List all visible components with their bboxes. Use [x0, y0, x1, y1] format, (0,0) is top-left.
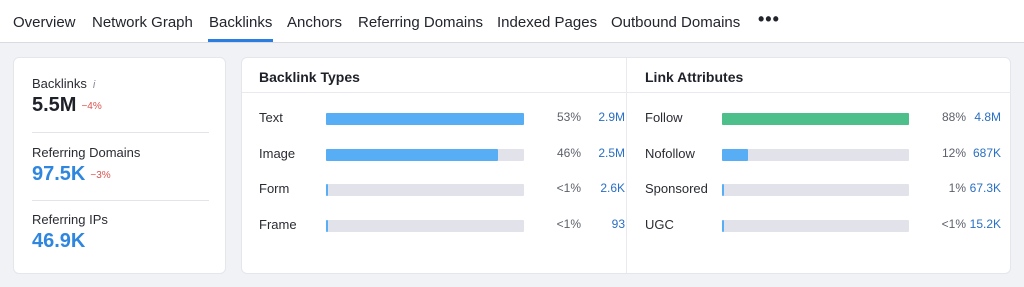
link-attribute-label: Nofollow	[645, 146, 695, 161]
more-tabs-icon[interactable]: •••	[758, 9, 780, 30]
backlink-type-label: Form	[259, 181, 290, 196]
tab-bar: Overview Network Graph Backlinks Anchors…	[0, 0, 1024, 43]
backlink-type-row-frame: Frame <1% 93	[259, 217, 625, 233]
link-attribute-label: UGC	[645, 217, 674, 232]
summary-card: Backlinks i 5.5M −4% Referring Domains 97.…	[13, 57, 226, 274]
backlink-type-label: Text	[259, 110, 283, 125]
link-attribute-bar-track	[722, 113, 909, 125]
tab-backlinks[interactable]: Backlinks	[209, 14, 272, 31]
backlink-type-count-link[interactable]: 2.9M	[580, 110, 625, 124]
backlink-type-bar-fill	[326, 149, 498, 161]
backlink-type-label: Frame	[259, 217, 297, 232]
info-icon[interactable]: i	[93, 79, 95, 91]
backlink-type-bar-track	[326, 113, 524, 125]
tab-network-graph[interactable]: Network Graph	[92, 14, 193, 31]
link-attributes-title: Link Attributes	[645, 69, 744, 85]
tab-outbound-domains[interactable]: Outbound Domains	[611, 14, 740, 31]
link-attribute-bar-track	[722, 149, 909, 161]
backlink-type-percent: <1%	[556, 181, 581, 195]
metric-backlinks: Backlinks i 5.5M −4%	[32, 76, 102, 117]
backlink-type-count-link[interactable]: 2.6K	[580, 181, 625, 195]
metric-referring-domains-delta: −3%	[90, 170, 111, 181]
section-separator	[626, 58, 627, 273]
backlink-type-bar-track	[326, 149, 524, 161]
backlink-type-bar-track	[326, 184, 524, 196]
backlink-type-percent: 46%	[556, 146, 581, 160]
link-attribute-row-follow: Follow 88% 4.8M	[645, 110, 1005, 126]
metric-backlinks-value[interactable]: 5.5M	[32, 94, 76, 116]
link-attribute-bar-track	[722, 184, 909, 196]
tab-referring-domains[interactable]: Referring Domains	[358, 14, 483, 31]
link-attribute-count-link[interactable]: 15.2K	[956, 217, 1001, 231]
link-attribute-bar-fill	[722, 220, 724, 232]
link-attribute-row-nofollow: Nofollow 12% 687K	[645, 146, 1005, 162]
backlink-type-row-text: Text 53% 2.9M	[259, 110, 625, 126]
backlink-types-title: Backlink Types	[259, 69, 360, 85]
link-attribute-count-link[interactable]: 67.3K	[956, 181, 1001, 195]
backlink-type-row-form: Form <1% 2.6K	[259, 181, 625, 197]
backlink-type-row-image: Image 46% 2.5M	[259, 146, 625, 162]
metric-referring-domains-label: Referring Domains	[32, 145, 141, 160]
divider	[32, 200, 209, 201]
divider	[242, 92, 626, 93]
link-attribute-count-link[interactable]: 687K	[956, 146, 1001, 160]
backlink-type-bar-track	[326, 220, 524, 232]
link-attribute-count-link[interactable]: 4.8M	[956, 110, 1001, 124]
backlink-type-label: Image	[259, 146, 296, 161]
link-breakdown-card: Backlink Types Link Attributes Text 53% 2.…	[241, 57, 1011, 274]
link-attribute-bar-track	[722, 220, 909, 232]
metric-referring-domains: Referring Domains 97.5K −3%	[32, 145, 140, 186]
backlink-type-bar-fill	[326, 113, 524, 125]
backlink-type-percent: <1%	[556, 217, 581, 231]
metric-backlinks-delta: −4%	[81, 101, 102, 112]
backlink-type-count-link[interactable]: 2.5M	[580, 146, 625, 160]
metric-referring-ips: Referring IPs 46.9K	[32, 212, 108, 253]
link-attribute-label: Sponsored	[645, 181, 708, 196]
backlink-type-bar-fill	[326, 220, 328, 232]
backlink-type-percent: 53%	[556, 110, 581, 124]
active-tab-indicator	[208, 39, 273, 42]
link-attribute-label: Follow	[645, 110, 683, 125]
tab-anchors[interactable]: Anchors	[287, 14, 342, 31]
tab-overview[interactable]: Overview	[13, 14, 76, 31]
divider	[32, 132, 209, 133]
metric-backlinks-label: Backlinks	[32, 76, 87, 91]
backlink-type-bar-fill	[326, 184, 328, 196]
divider	[627, 92, 1011, 93]
link-attribute-bar-fill	[722, 113, 909, 125]
link-attribute-row-ugc: UGC <1% 15.2K	[645, 217, 1005, 233]
tab-indexed-pages[interactable]: Indexed Pages	[497, 14, 597, 31]
link-attribute-row-sponsored: Sponsored 1% 67.3K	[645, 181, 1005, 197]
link-attribute-bar-fill	[722, 184, 724, 196]
metric-referring-ips-value[interactable]: 46.9K	[32, 230, 108, 253]
metric-referring-ips-label: Referring IPs	[32, 212, 108, 227]
link-attribute-bar-fill	[722, 149, 748, 161]
backlink-type-count-link[interactable]: 93	[580, 217, 625, 231]
metric-referring-domains-value[interactable]: 97.5K	[32, 163, 85, 185]
